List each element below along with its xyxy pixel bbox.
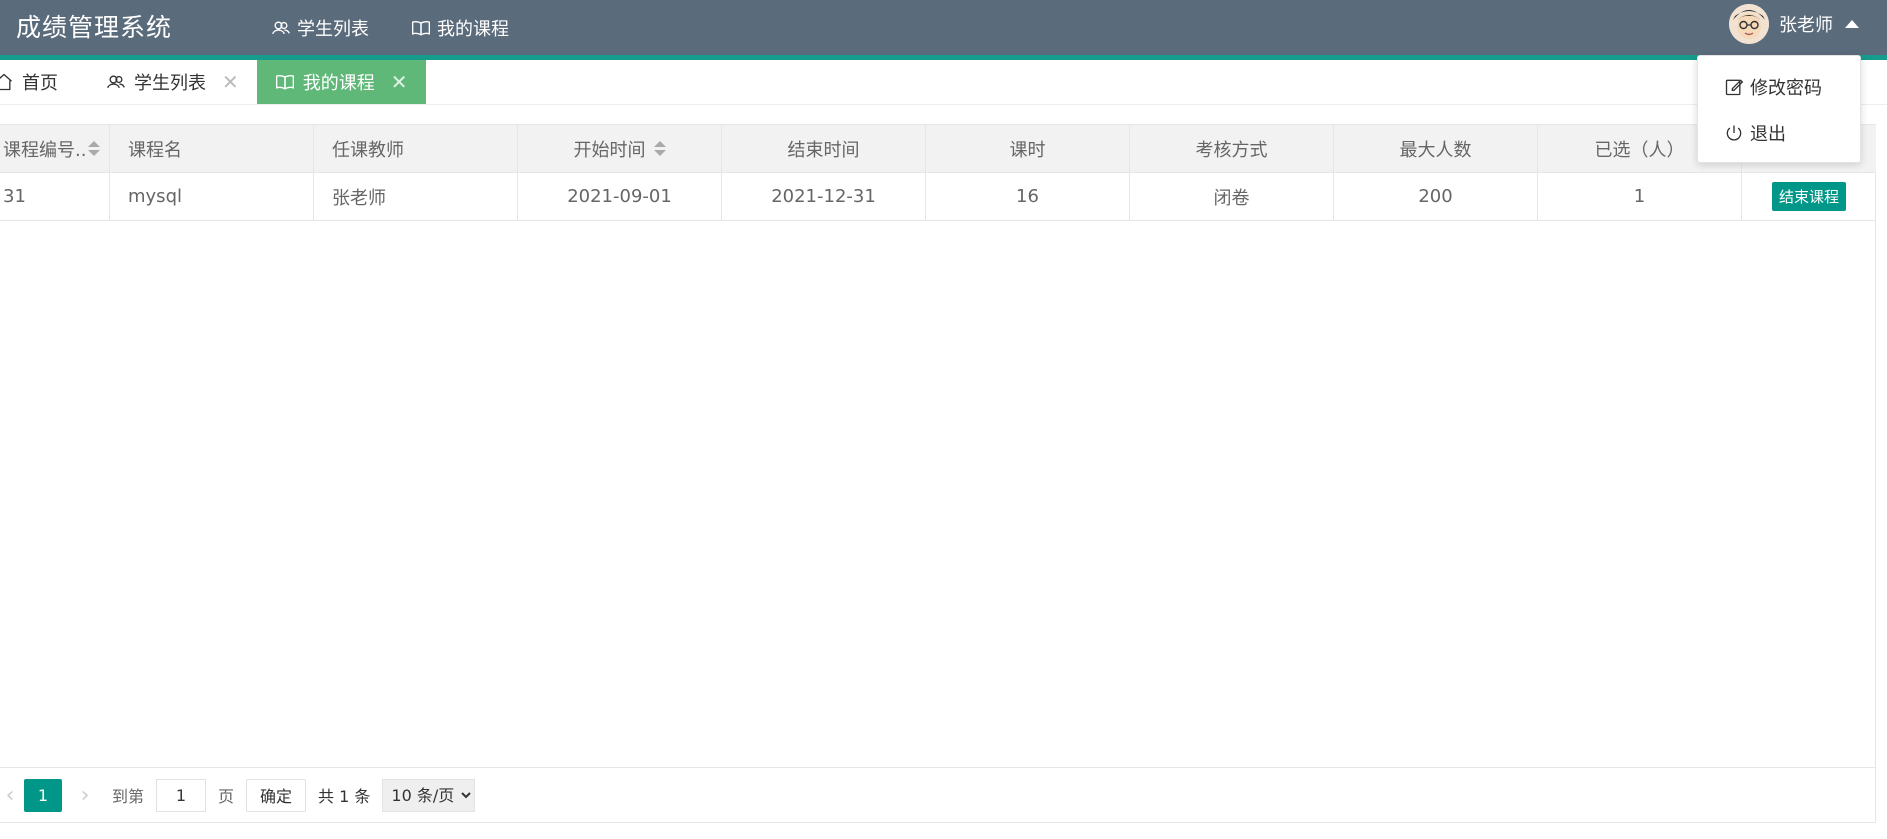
end-course-button[interactable]: 结束课程 [1771, 182, 1846, 211]
goto-suffix: 页 [218, 787, 235, 806]
menu-logout-label: 退出 [1750, 124, 1786, 145]
col-end-time: 结束时间 [722, 125, 926, 172]
user-menu-toggle[interactable]: 张老师 [1729, 0, 1859, 48]
prev-page-icon[interactable]: ‹ [0, 783, 20, 808]
user-dropdown-menu: 修改密码 退出 [1697, 55, 1861, 163]
tab-home-label: 首页 [22, 73, 58, 94]
goto-page-input[interactable] [156, 778, 207, 812]
avatar [1729, 4, 1769, 44]
tab-student-list-label: 学生列表 [134, 73, 206, 94]
users-icon [107, 75, 125, 89]
home-icon [0, 73, 12, 91]
app-title: 成绩管理系统 [16, 13, 173, 42]
menu-change-password[interactable]: 修改密码 [1698, 64, 1860, 110]
cell-hours: 16 [926, 173, 1130, 220]
table-row: 31 mysql 张老师 2021-09-01 2021-12-31 16 闭卷… [0, 173, 1876, 221]
cell-start-time: 2021-09-01 [518, 173, 722, 220]
user-name: 张老师 [1779, 15, 1833, 36]
col-hours: 课时 [926, 125, 1130, 172]
sort-icon[interactable] [88, 141, 101, 156]
cell-course-name: mysql [110, 173, 314, 220]
caret-up-icon [1845, 20, 1859, 28]
cell-end-time: 2021-12-31 [722, 173, 926, 220]
next-page-icon[interactable]: › [70, 783, 100, 808]
close-icon[interactable]: ✕ [391, 70, 408, 94]
book-icon [412, 20, 430, 36]
close-icon[interactable]: ✕ [222, 70, 239, 94]
cell-actions: 结束课程 [1742, 173, 1876, 220]
cell-exam-type: 闭卷 [1130, 173, 1334, 220]
cell-course-id: 31 [0, 173, 110, 220]
total-count: 共 1 条 [318, 787, 371, 806]
table-header: 课程编号.. 课程名 任课教师 开始时间 结束时间 课时 考核方式 最大人数 已… [0, 124, 1876, 173]
cell-selected: 1 [1538, 173, 1742, 220]
goto-confirm-button[interactable]: 确定 [246, 778, 307, 812]
col-teacher: 任课教师 [314, 125, 518, 172]
menu-change-password-label: 修改密码 [1750, 78, 1822, 99]
nav-student-list-label: 学生列表 [297, 18, 369, 40]
edit-icon [1725, 79, 1744, 96]
nav-student-list[interactable]: 学生列表 [250, 0, 390, 55]
goto-prefix: 到第 [112, 787, 145, 806]
col-course-name: 课程名 [110, 125, 314, 172]
menu-logout[interactable]: 退出 [1698, 110, 1860, 156]
cell-teacher: 张老师 [314, 173, 518, 220]
tab-home[interactable]: 首页 [0, 60, 88, 104]
sort-icon[interactable] [653, 141, 666, 156]
col-course-id[interactable]: 课程编号.. [0, 125, 110, 172]
cell-max-students: 200 [1334, 173, 1538, 220]
top-navbar: 成绩管理系统 学生列表 我的课程 张老师 [0, 0, 1887, 60]
nav-my-courses-label: 我的课程 [437, 18, 509, 40]
book-icon [275, 74, 294, 90]
page-tabs: 首页 学生列表 ✕ 我的课程 ✕ [0, 60, 1887, 105]
page-number-current[interactable]: 1 [24, 778, 62, 812]
main-nav: 学生列表 我的课程 [250, 0, 530, 60]
col-start-time[interactable]: 开始时间 [518, 125, 722, 172]
col-exam-type: 考核方式 [1130, 125, 1334, 172]
tab-student-list[interactable]: 学生列表 ✕ [88, 60, 257, 104]
users-icon [272, 21, 290, 34]
page-size-select[interactable]: 10 条/页 [382, 778, 476, 812]
power-icon [1726, 125, 1742, 141]
course-table: 课程编号.. 课程名 任课教师 开始时间 结束时间 课时 考核方式 最大人数 已… [0, 124, 1876, 823]
tab-my-courses[interactable]: 我的课程 ✕ [256, 60, 426, 104]
tab-my-courses-label: 我的课程 [302, 73, 375, 94]
nav-my-courses[interactable]: 我的课程 [390, 0, 530, 60]
pagination: ‹ 1 › 到第 页 确定 共 1 条 10 条/页 [0, 767, 1876, 823]
col-max-students: 最大人数 [1334, 125, 1538, 172]
